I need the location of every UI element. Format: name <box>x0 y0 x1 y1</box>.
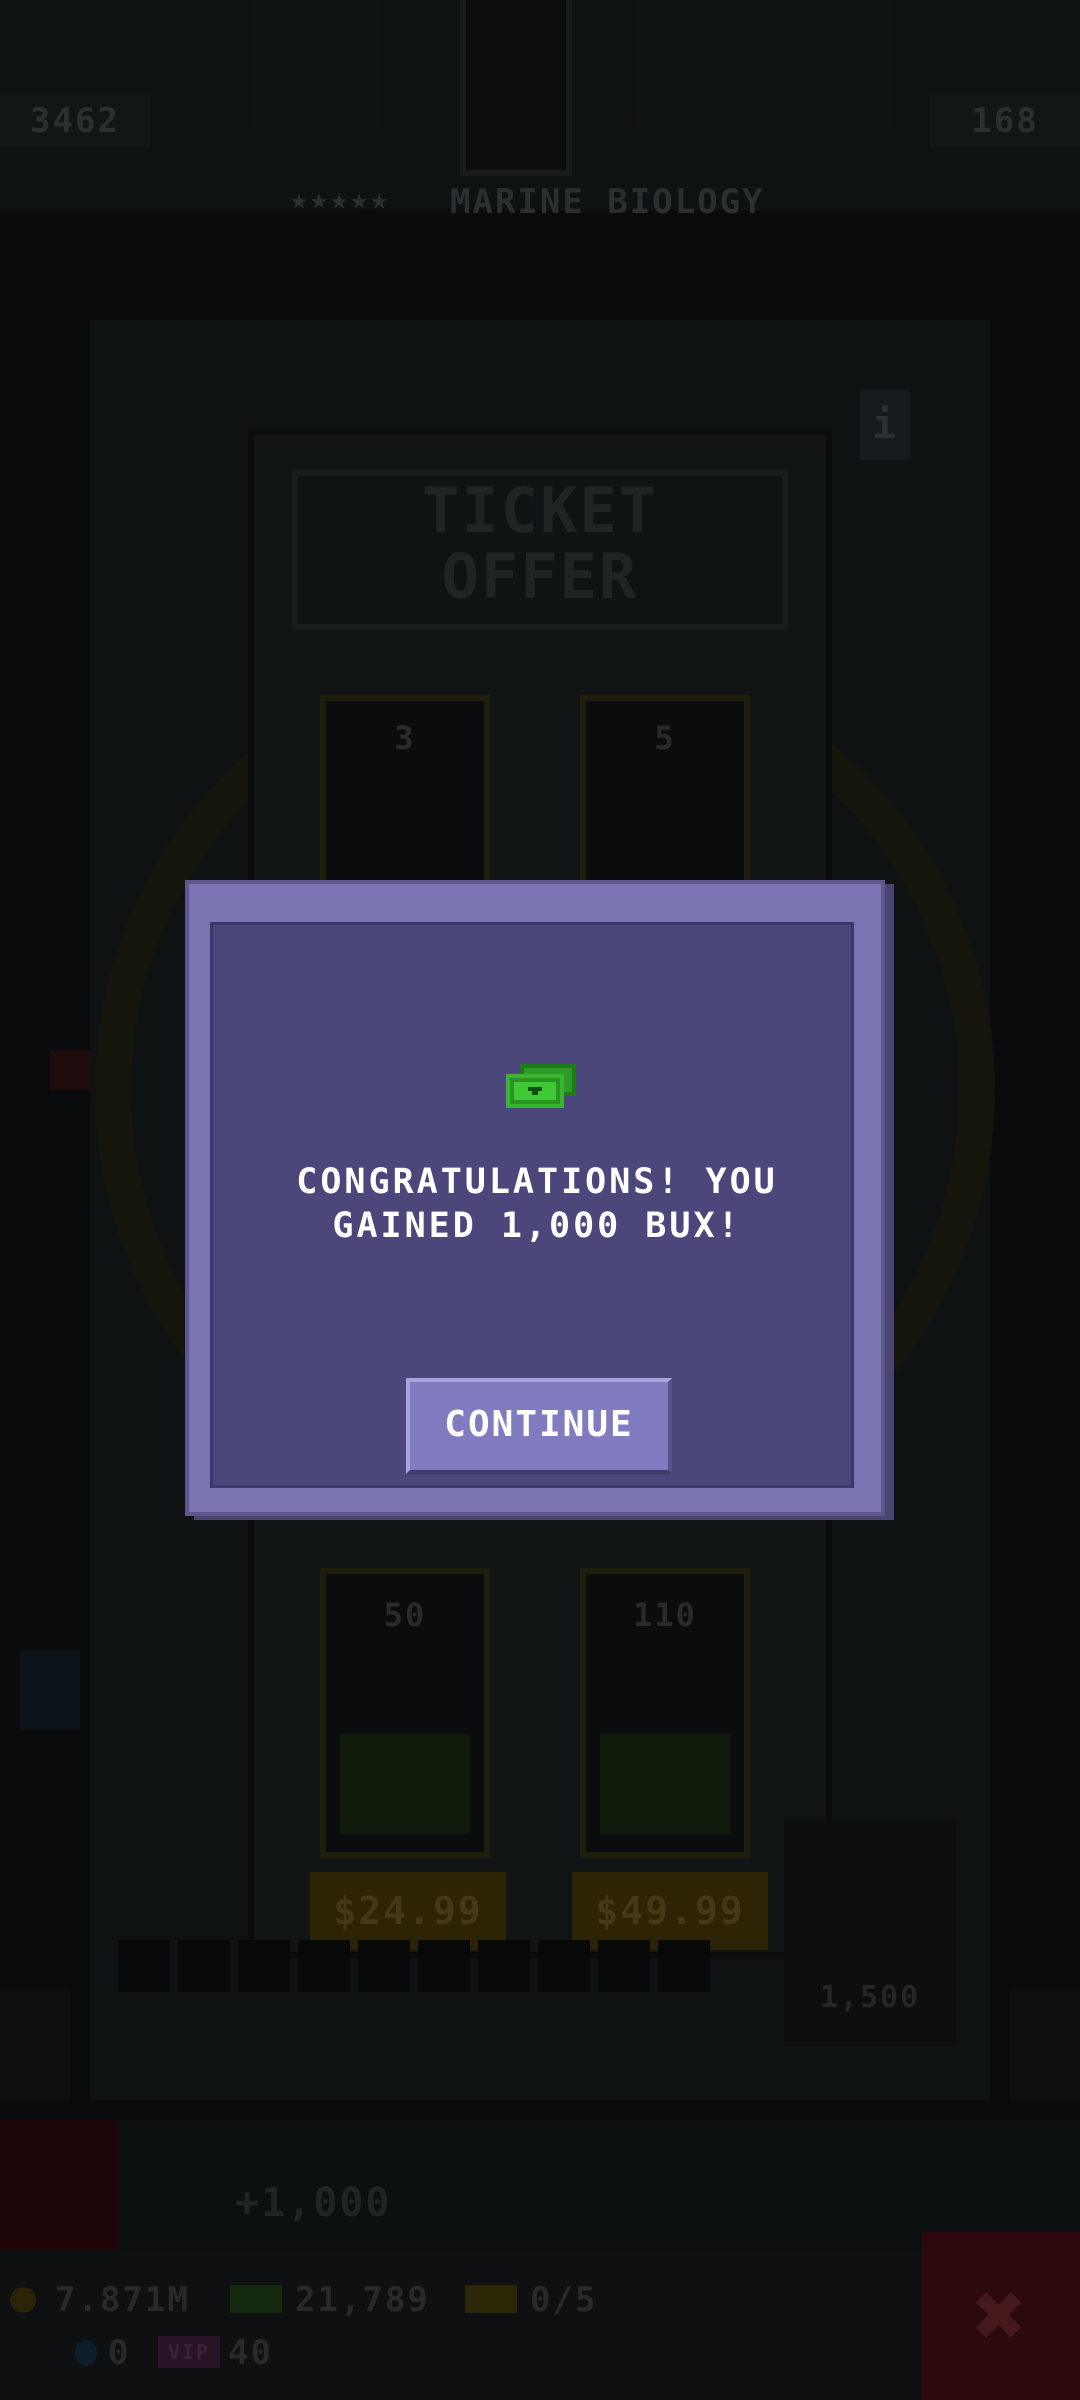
continue-button-label: CONTINUE <box>444 1404 634 1445</box>
continue-button[interactable]: CONTINUE <box>406 1378 672 1474</box>
reward-message: CONGRATULATIONS! YOU GAINED 1,000 BUX! <box>230 1160 844 1248</box>
bux-icon <box>506 1064 576 1108</box>
reward-message-line-1: CONGRATULATIONS! YOU <box>296 1162 778 1202</box>
reward-message-line-2: GAINED 1,000 BUX! <box>332 1206 742 1246</box>
